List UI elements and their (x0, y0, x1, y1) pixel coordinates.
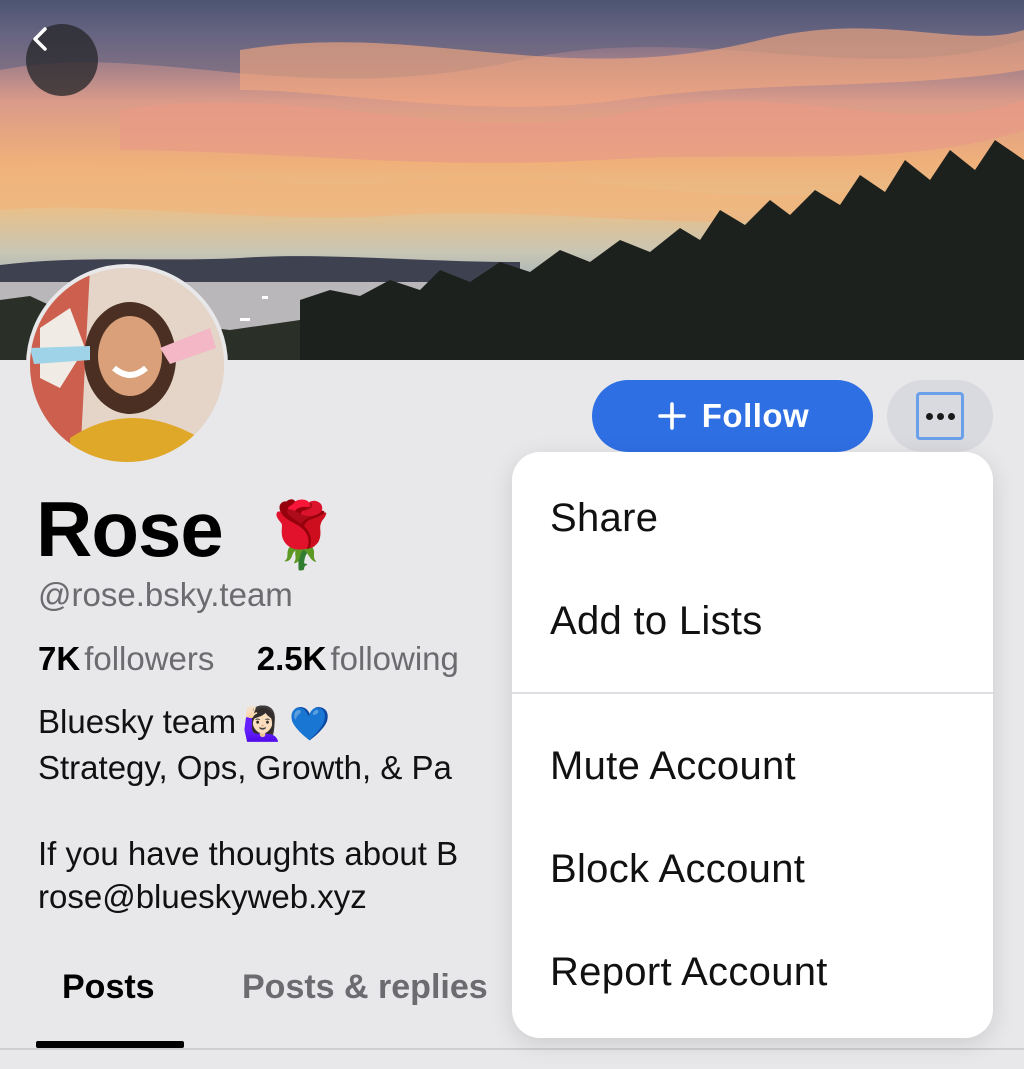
plus-icon (657, 402, 686, 430)
tab-divider (0, 1048, 1024, 1050)
chevron-left-icon (33, 27, 47, 51)
following-link[interactable]: 2.5K following (257, 640, 459, 677)
avatar[interactable] (26, 264, 228, 466)
bio-line-1: Bluesky team (38, 703, 237, 740)
followers-count: 7K (38, 640, 81, 677)
bio-contact: If you have thoughts about B rose@bluesk… (38, 832, 458, 918)
tab-posts-and-replies[interactable]: Posts & replies (242, 968, 488, 1007)
menu-item-add-to-lists[interactable]: Add to Lists (550, 599, 763, 644)
followers-link[interactable]: 7K followers (38, 640, 224, 677)
follow-label: Follow (701, 397, 810, 434)
bio: Bluesky team 🙋🏻‍♀️ 💙 Strategy, Ops, Growth… (38, 700, 452, 790)
bio-line-2: Strategy, Ops, Growth, & Pa (38, 749, 452, 787)
followers-label: followers (84, 640, 215, 677)
ellipsis-icon (916, 392, 964, 440)
blue-heart-emoji: 💙 (289, 705, 331, 743)
handle[interactable]: @rose.bsky.team (38, 576, 293, 614)
back-button[interactable] (26, 24, 98, 96)
following-label: following (330, 640, 459, 677)
more-options-button[interactable] (887, 380, 993, 452)
menu-divider (512, 692, 993, 694)
profile-stats: 7K followers 2.5K following (38, 640, 459, 678)
profile-options-menu: Share Add to Lists Mute Account Block Ac… (512, 452, 993, 1038)
follow-button[interactable]: Follow (592, 380, 873, 452)
avatar-image (30, 268, 224, 462)
display-name: Rose 🌹 (36, 484, 341, 575)
tab-posts[interactable]: Posts (62, 968, 155, 1007)
raising-hand-emoji: 🙋🏻‍♀️ (242, 705, 284, 743)
display-name-text: Rose (36, 485, 224, 573)
menu-item-report-account[interactable]: Report Account (550, 950, 828, 995)
active-tab-indicator (36, 1041, 184, 1048)
menu-item-mute-account[interactable]: Mute Account (550, 744, 796, 789)
menu-item-block-account[interactable]: Block Account (550, 847, 805, 892)
bio-line-3: If you have thoughts about B (38, 835, 459, 872)
menu-item-share[interactable]: Share (550, 496, 658, 541)
rose-emoji: 🌹 (261, 498, 341, 571)
following-count: 2.5K (256, 640, 327, 677)
bio-email-link[interactable]: rose@blueskyweb.xyz (38, 878, 367, 915)
